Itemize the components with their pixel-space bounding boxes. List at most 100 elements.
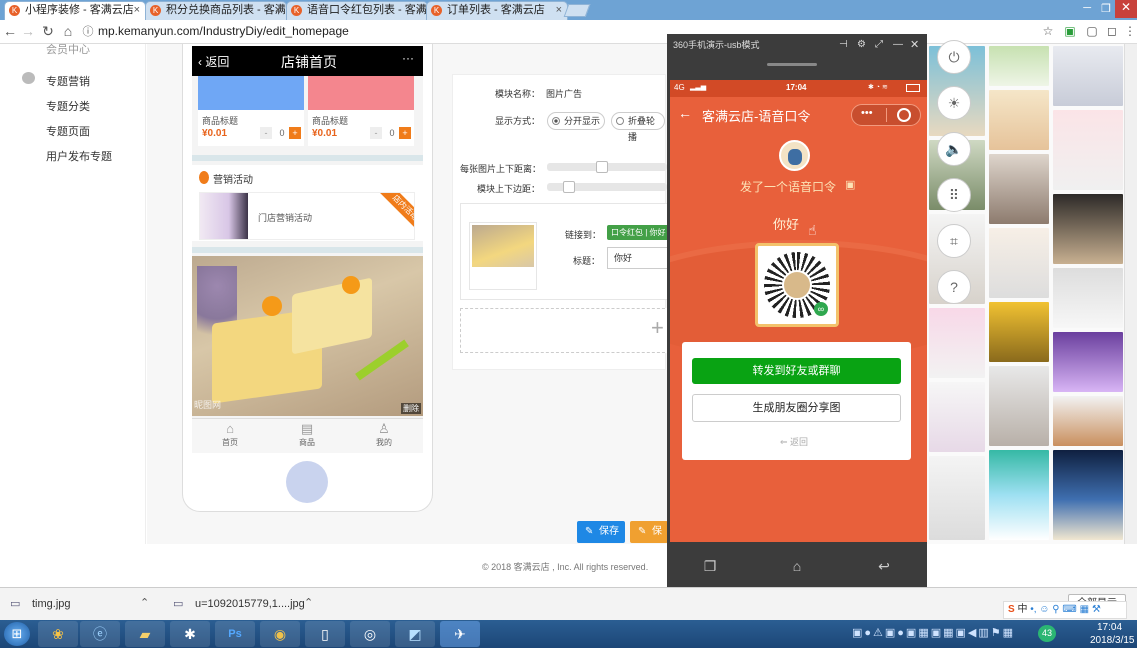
stepper-plus[interactable]: + [289,127,301,139]
forward-arrow-icon[interactable]: → [20,23,36,39]
image-tile[interactable] [1053,396,1123,446]
sidebar-item-topic-pages[interactable]: 专题页面 [46,123,90,139]
sidebar-item-member-center[interactable]: 会员中心 [46,41,90,57]
tab-mini-program-decor[interactable]: K 小程序装修 - 客满云店 × [4,1,146,20]
stepper-minus[interactable]: - [370,127,382,139]
more-dots-icon[interactable]: ••• [861,107,873,119]
url-field[interactable]: mp.kemanyun.com/IndustryDiy/edit_homepag… [98,24,349,38]
start-button[interactable]: ⊞ [4,622,30,646]
volume-icon[interactable]: 🔈 [937,132,971,166]
taskbar-app-icon[interactable]: ◩ [395,621,435,647]
link-tag[interactable]: 口令红包 | 你好 [607,225,670,240]
miniprogram-code[interactable]: ∞ [755,243,839,327]
help-icon[interactable]: ? [937,270,971,304]
image-tile[interactable] [1053,450,1123,540]
forward-to-friends-button[interactable]: 转发到好友或群聊 [692,358,901,384]
power-icon[interactable]: ⏻ [937,40,971,74]
screenshot-crop-icon[interactable]: ⌗ [937,224,971,258]
ime-tools-icon[interactable]: •, ☺ ⚲ ⌨ ▦ ⚒ [1030,604,1101,615]
radio-separate[interactable]: 分开显示 [547,112,606,130]
save-secondary-button[interactable]: ✎ 保存 [630,521,668,559]
settings-gear-icon[interactable]: ⚙ [857,34,866,56]
image-tile[interactable] [1053,110,1123,190]
radio-carousel[interactable]: 折叠轮播 [611,112,665,142]
slider-handle[interactable] [563,181,575,193]
sidebar-item-user-topics[interactable]: 用户发布专题 [46,148,112,164]
recent-apps-icon[interactable]: ❐ [700,558,720,575]
sogou-icon[interactable]: S [1008,604,1015,615]
generate-moments-image-button[interactable]: 生成朋友圈分享图 [692,394,901,422]
image-tile[interactable] [989,302,1049,362]
taskbar-ie-icon[interactable]: ⓔ [80,621,120,647]
add-image-area[interactable]: + [460,308,670,353]
back-button[interactable]: ‹ 返回 [198,53,229,70]
close-icon[interactable]: ✕ [910,34,919,56]
product-card[interactable]: 商品标题 ¥0.01 - 0 + [308,76,414,146]
taskbar-app-icon[interactable]: ▯ [305,621,345,647]
fullscreen-icon[interactable]: ⤢ [875,34,883,56]
chevron-up-icon[interactable]: ⌃ [304,596,313,609]
marketing-item[interactable]: 门店营销活动 店内活动 [199,192,415,240]
taskbar-folder-icon[interactable]: ▰ [125,621,165,647]
reload-icon[interactable]: ↻ [40,23,56,40]
tab-voice-red-packet[interactable]: K 语音口令红包列表 - 客满 × [286,1,428,20]
back-arrow-icon[interactable]: ← [2,23,18,39]
clock-time[interactable]: 17:04 [1097,622,1122,633]
download-item[interactable]: timg.jpg [32,598,71,610]
close-icon[interactable]: × [275,2,281,19]
page-info-icon[interactable]: ⓘ [80,23,96,39]
minimize-icon[interactable]: — [893,34,903,56]
image-tile[interactable] [989,228,1049,298]
brightness-icon[interactable]: ☀ [937,86,971,120]
close-icon[interactable]: × [134,2,140,19]
save-button[interactable]: ✎ 保存 [577,521,625,543]
extension-icon[interactable]: ▢ [1085,24,1099,38]
scrollbar[interactable] [1124,44,1137,544]
image-tile[interactable] [989,154,1049,224]
image-tile[interactable] [929,456,985,540]
image-tile[interactable] [1053,46,1123,106]
image-tile[interactable] [989,366,1049,446]
android-home-icon[interactable]: ⌂ [787,558,807,574]
close-icon[interactable]: × [416,2,422,19]
taskbar-photoshop-icon[interactable]: Ps [215,621,255,647]
tab-mine[interactable]: ♙ 我的 [364,421,404,448]
system-tray-icons[interactable]: ▣●⚠▣●▣▦▣▦▣◀▥⚑▦ [852,626,1015,639]
more-icon[interactable]: ··· [402,51,414,65]
android-back-icon[interactable]: ↩ [874,558,894,575]
image-item-thumb-frame[interactable] [469,222,537,290]
tab-home[interactable]: ⌂ 首页 [210,421,250,448]
window-minimize-icon[interactable]: ─ [1083,2,1091,14]
sidebar-item-topic-category[interactable]: 专题分类 [46,98,90,114]
back-arrow-icon[interactable]: ← [678,105,692,121]
extension-icon[interactable]: ◻ [1105,24,1119,38]
taskbar-app-icon[interactable]: ✱ [170,621,210,647]
stepper-minus[interactable]: - [260,127,272,139]
taskbar-app-icon[interactable]: ❀ [38,621,78,647]
chevron-up-icon[interactable]: ⌃ [140,596,149,609]
image-tile[interactable] [1053,332,1123,392]
image-tile[interactable] [929,308,985,378]
ime-mode[interactable]: 中 [1017,604,1027,615]
tab-products[interactable]: ▤ 商品 [287,421,327,448]
clock-date[interactable]: 2018/3/15 [1090,635,1135,646]
notification-badge[interactable]: 43 [1038,625,1056,642]
close-icon[interactable]: × [556,2,562,19]
phone-home-button[interactable] [286,461,328,503]
taskbar-app-icon[interactable]: ✈ [440,621,480,647]
banner-image-cake[interactable]: 昵图网 删除 [192,256,423,416]
image-tile[interactable] [989,90,1049,150]
image-tile[interactable] [1053,194,1123,264]
tab-points-exchange[interactable]: K 积分兑换商品列表 - 客满 × [145,1,287,20]
extension-icon[interactable]: ▣ [1063,24,1077,38]
new-tab-button[interactable] [563,4,591,17]
window-close-icon[interactable]: ✕ [1115,0,1137,18]
tab-order-list[interactable]: K 订单列表 - 客满云店 × [426,1,568,20]
stepper-plus[interactable]: + [399,127,411,139]
bookmark-star-icon[interactable]: ☆ [1041,24,1055,38]
window-restore-icon[interactable]: ❐ [1101,2,1111,15]
sidebar-section-topic-marketing[interactable]: 专题营销 [46,73,90,89]
close-miniapp-icon[interactable] [897,108,911,122]
image-tile[interactable] [989,46,1049,86]
download-item[interactable]: u=1092015779,1....jpg [195,598,305,610]
